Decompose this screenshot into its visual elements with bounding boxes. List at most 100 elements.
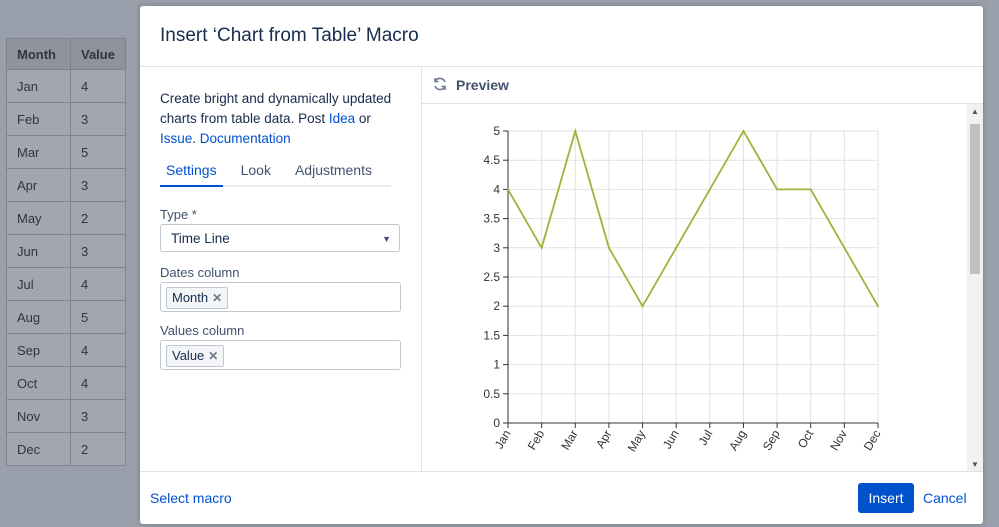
table-header-month: Month — [6, 38, 71, 70]
data-point-dec — [877, 305, 879, 308]
value-cell: 2 — [70, 201, 126, 235]
scroll-thumb[interactable] — [970, 124, 980, 274]
value-cell: 3 — [70, 102, 126, 136]
data-point-jul — [708, 188, 711, 191]
x-tick-label: Oct — [795, 427, 817, 451]
value-cell: 3 — [70, 234, 126, 268]
value-cell: 4 — [70, 366, 126, 400]
line-chart: 0 0.5 1 1.5 2 2.5 3 3.5 4 4.5 5 Jan Feb Mar Apr May Jun J… — [483, 124, 883, 455]
table-row: Nov 3 — [6, 399, 126, 433]
refresh-icon[interactable] — [432, 76, 448, 95]
cancel-button[interactable]: Cancel — [923, 490, 967, 506]
month-cell: Nov — [6, 399, 71, 433]
values-column-field[interactable]: Value ✕ — [160, 340, 401, 370]
scroll-up-icon[interactable]: ▲ — [971, 107, 979, 116]
month-cell: Mar — [6, 135, 71, 169]
x-tick-label: Jun — [660, 428, 682, 452]
y-tick-label: 4.5 — [483, 153, 500, 167]
close-icon[interactable]: ✕ — [212, 288, 222, 308]
dates-column-field[interactable]: Month ✕ — [160, 282, 401, 312]
settings-tabs: Settings Look Adjustments — [160, 161, 391, 187]
month-cell: Jul — [6, 267, 71, 301]
y-tick-label: 4 — [493, 182, 500, 196]
dates-column-label: Dates column — [160, 265, 240, 280]
dialog-header: Insert ‘Chart from Table’ Macro — [140, 6, 983, 67]
value-cell: 5 — [70, 135, 126, 169]
values-column-label: Values column — [160, 323, 245, 338]
dates-tag: Month ✕ — [166, 287, 229, 309]
issue-suffix-text: . — [192, 131, 200, 146]
y-tick-label: 1 — [493, 358, 500, 372]
y-tick-label: 0.5 — [483, 387, 500, 401]
values-tag: Value ✕ — [166, 345, 225, 367]
type-select-value: Time Line — [171, 231, 230, 246]
table-row: Aug 5 — [6, 300, 126, 334]
table-row: Oct 4 — [6, 366, 126, 400]
data-point-feb — [540, 246, 543, 249]
table-row: Mar 5 — [6, 135, 126, 169]
y-tick-label: 2 — [493, 299, 500, 313]
type-select[interactable]: Time Line ▼ — [160, 224, 400, 252]
data-point-oct — [809, 188, 812, 191]
x-tick-label: Mar — [558, 428, 580, 453]
y-tick-label: 1.5 — [483, 328, 500, 342]
month-cell: Apr — [6, 168, 71, 202]
value-cell: 2 — [70, 432, 126, 466]
x-tick-label: Nov — [827, 428, 850, 453]
x-tick-label: May — [625, 428, 648, 455]
table-row: Jan 4 — [6, 69, 126, 103]
preview-header: Preview — [422, 67, 983, 104]
x-tick-label: Jan — [492, 428, 514, 452]
issue-link[interactable]: Issue — [160, 131, 192, 146]
chart-preview: 0 0.5 1 1.5 2 2.5 3 3.5 4 4.5 5 Jan Feb Mar Apr May Jun J… — [422, 104, 967, 472]
y-tick-label: 5 — [493, 124, 500, 138]
idea-link[interactable]: Idea — [329, 111, 355, 126]
insert-macro-dialog: Insert ‘Chart from Table’ Macro Create b… — [140, 6, 983, 524]
settings-panel: Create bright and dynamically updated ch… — [140, 67, 422, 472]
month-cell: Feb — [6, 102, 71, 136]
dialog-footer: Select macro Insert Cancel — [140, 471, 983, 524]
macro-description: Create bright and dynamically updated ch… — [160, 89, 405, 149]
month-cell: Jun — [6, 234, 71, 268]
insert-button[interactable]: Insert — [858, 483, 914, 513]
close-icon[interactable]: ✕ — [208, 346, 218, 366]
month-cell: May — [6, 201, 71, 235]
tab-settings[interactable]: Settings — [160, 161, 223, 187]
preview-panel: Preview 0 0.5 1 1.5 2 2.5 3 3.5 4 4.5 5 Jan Feb Mar Ap… — [422, 67, 983, 472]
value-cell: 4 — [70, 333, 126, 367]
background-data-table: Month Value Jan 4 Feb 3 Mar 5 Apr 3 May 2 Jun 3 Jul 4… — [6, 38, 126, 466]
x-tick-label: Feb — [525, 427, 548, 452]
value-cell: 4 — [70, 267, 126, 301]
documentation-link[interactable]: Documentation — [200, 131, 291, 146]
scroll-down-icon[interactable]: ▼ — [971, 460, 979, 469]
x-tick-label: Jul — [696, 428, 716, 448]
month-cell: Dec — [6, 432, 71, 466]
value-cell: 5 — [70, 300, 126, 334]
table-row: Jun 3 — [6, 234, 126, 268]
y-tick-label: 3.5 — [483, 212, 500, 226]
data-point-jan — [507, 188, 509, 191]
dates-tag-label: Month — [172, 290, 209, 305]
dialog-title: Insert ‘Chart from Table’ Macro — [160, 25, 419, 46]
values-tag-label: Value — [172, 348, 205, 363]
y-tick-label: 0 — [493, 416, 500, 430]
tab-adjustments[interactable]: Adjustments — [289, 161, 378, 185]
month-cell: Jan — [6, 69, 71, 103]
table-row: Sep 4 — [6, 333, 126, 367]
data-point-may — [641, 305, 644, 308]
table-row: Apr 3 — [6, 168, 126, 202]
value-cell: 4 — [70, 69, 126, 103]
select-macro-link[interactable]: Select macro — [150, 490, 232, 506]
data-point-mar — [574, 130, 577, 132]
data-point-aug — [742, 130, 745, 132]
data-point-nov — [843, 246, 846, 249]
table-row: Feb 3 — [6, 102, 126, 136]
x-tick-label: Apr — [593, 428, 614, 451]
preview-label: Preview — [456, 77, 509, 93]
table-row: Dec 2 — [6, 432, 126, 466]
y-tick-label: 2.5 — [483, 270, 500, 284]
value-cell: 3 — [70, 168, 126, 202]
tab-look[interactable]: Look — [235, 161, 277, 185]
preview-scrollbar[interactable]: ▲ ▼ — [967, 104, 983, 472]
x-tick-label: Aug — [726, 428, 749, 453]
